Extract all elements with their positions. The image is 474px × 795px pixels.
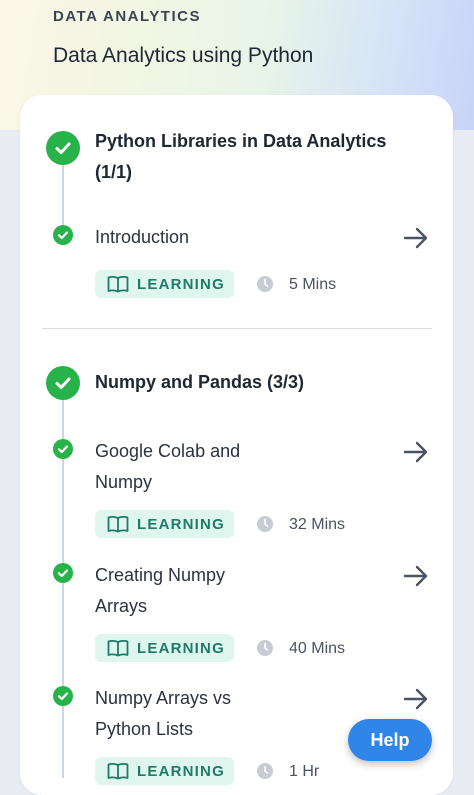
help-button[interactable]: Help [348,719,432,761]
badge-label: LEARNING [137,639,225,657]
clock-icon [257,516,273,532]
lesson-complete-check-icon [53,439,73,459]
section-complete-check-icon [46,131,80,165]
badge-label: LEARNING [137,762,225,780]
lesson-complete-check-icon [53,563,73,583]
section-complete-check-icon [46,366,80,400]
badge-label: LEARNING [137,275,225,293]
lesson-duration: 40 Mins [289,640,346,657]
book-icon [107,639,129,657]
learning-badge: LEARNING [95,757,234,785]
lesson-title[interactable]: Creating Numpy Arrays [95,560,265,622]
lesson-complete-check-icon [53,686,73,706]
arrow-right-icon[interactable] [402,562,430,590]
arrow-right-icon[interactable] [402,685,430,713]
course-category: DATA ANALYTICS [53,8,201,25]
book-icon [107,275,129,293]
section-divider [42,328,432,329]
lesson-duration: 5 Mins [289,276,337,293]
section-title[interactable]: Python Libraries in Data Analytics (1/1) [95,126,425,188]
lesson-duration: 1 Hr [289,763,320,780]
lesson-title[interactable]: Introduction [95,222,375,253]
lesson-title[interactable]: Numpy Arrays vs Python Lists [95,683,275,745]
clock-icon [257,640,273,656]
lesson-duration: 32 Mins [289,516,346,533]
book-icon [107,762,129,780]
learning-badge: LEARNING [95,634,234,662]
arrow-right-icon[interactable] [402,438,430,466]
clock-icon [257,763,273,779]
arrow-right-icon[interactable] [402,224,430,252]
section-title[interactable]: Numpy and Pandas (3/3) [95,367,425,398]
course-title: Data Analytics using Python [53,44,314,67]
lesson-complete-check-icon [53,225,73,245]
lesson-title[interactable]: Google Colab and Numpy [95,436,295,498]
learning-badge: LEARNING [95,510,234,538]
learning-badge: LEARNING [95,270,234,298]
badge-label: LEARNING [137,515,225,533]
book-icon [107,515,129,533]
clock-icon [257,276,273,292]
